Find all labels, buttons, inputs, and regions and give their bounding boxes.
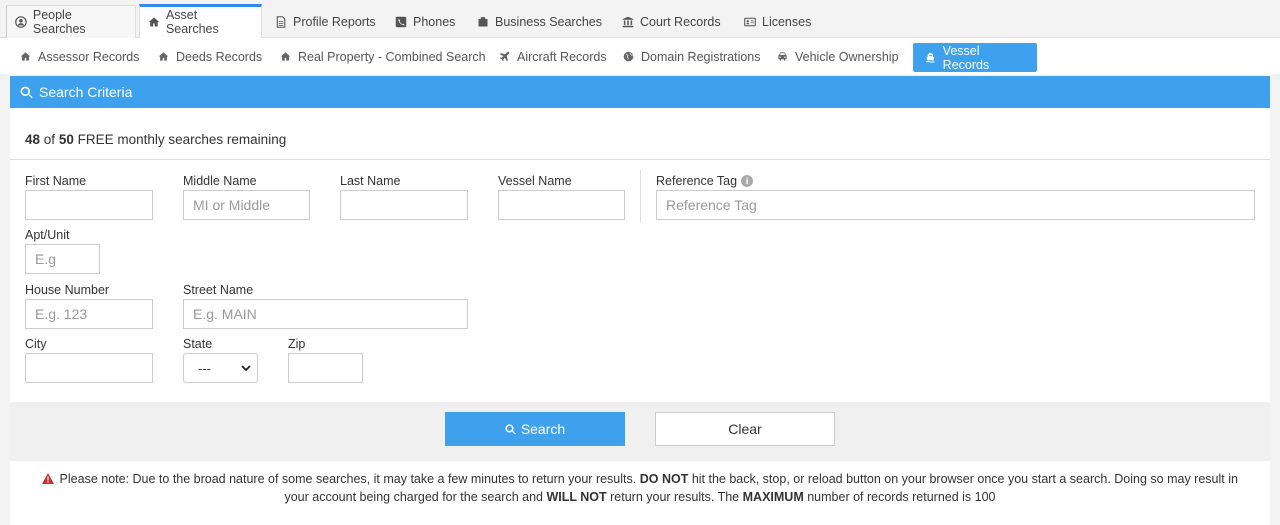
tab-court-records[interactable]: Court Records bbox=[614, 5, 729, 38]
subtab-label: Aircraft Records bbox=[517, 49, 607, 64]
search-button[interactable]: Search bbox=[445, 412, 625, 446]
reference-tag-label: Reference Tag i bbox=[656, 174, 754, 188]
subtab-deeds-records[interactable]: Deeds Records bbox=[148, 43, 272, 70]
quota-total: 50 bbox=[58, 132, 74, 147]
tab-label: Licenses bbox=[762, 14, 812, 29]
user-circle-icon bbox=[15, 16, 27, 28]
tab-phones[interactable]: Phones bbox=[387, 5, 463, 38]
city-label: City bbox=[25, 337, 47, 351]
tab-label: Business Searches bbox=[495, 14, 603, 29]
middle-name-input[interactable] bbox=[183, 190, 310, 220]
house-number-input[interactable] bbox=[25, 299, 153, 329]
street-name-input[interactable] bbox=[183, 299, 468, 329]
subtab-domain-registrations[interactable]: Domain Registrations bbox=[613, 43, 771, 70]
warning-icon bbox=[42, 473, 55, 484]
subtab-assessor-records[interactable]: Assessor Records bbox=[10, 43, 149, 70]
subtab-aircraft-records[interactable]: Aircraft Records bbox=[489, 43, 617, 70]
search-quota: 48 of 50 FREE monthly searches remaining bbox=[25, 132, 286, 147]
house-number-label: House Number bbox=[25, 283, 110, 297]
top-tab-bar: People Searches Asset Searches Profile R… bbox=[0, 0, 1280, 38]
notice-text-1: Please note: Due to the broad nature of … bbox=[59, 472, 637, 486]
home-icon bbox=[20, 52, 31, 61]
car-icon bbox=[778, 52, 787, 61]
tab-label: Profile Reports bbox=[293, 14, 376, 29]
middle-name-label: Middle Name bbox=[183, 174, 257, 188]
tab-label: Asset Searches bbox=[165, 8, 219, 36]
search-icon bbox=[20, 86, 33, 98]
notice-text-4: number of records returned is 100 bbox=[807, 490, 996, 504]
globe-icon bbox=[623, 51, 634, 62]
quota-of: of bbox=[43, 132, 56, 147]
tab-profile-reports[interactable]: Profile Reports bbox=[267, 5, 384, 38]
plane-icon bbox=[499, 51, 510, 62]
first-name-label: First Name bbox=[25, 174, 87, 188]
city-input[interactable] bbox=[25, 353, 153, 383]
briefcase-icon bbox=[478, 16, 488, 26]
zip-label: Zip bbox=[288, 337, 306, 351]
vessel-name-input[interactable] bbox=[498, 190, 625, 220]
chevron-down-icon bbox=[241, 365, 251, 372]
state-select-value: --- bbox=[198, 360, 211, 376]
tab-label: People Searches bbox=[32, 8, 86, 36]
panel-header: Search Criteria bbox=[10, 76, 1270, 108]
divider bbox=[640, 170, 641, 223]
zip-input[interactable] bbox=[288, 353, 363, 383]
reference-tag-label-text: Reference Tag bbox=[656, 174, 738, 188]
search-notice: Please note: Due to the broad nature of … bbox=[10, 461, 1270, 525]
search-icon bbox=[505, 423, 516, 434]
quota-used: 48 bbox=[25, 132, 41, 147]
home-icon bbox=[280, 52, 291, 61]
clear-button[interactable]: Clear bbox=[655, 412, 835, 446]
search-criteria-panel: Search Criteria 48 of 50 FREE monthly se… bbox=[10, 76, 1270, 461]
subtab-label: Vessel Records bbox=[942, 43, 990, 72]
tab-licenses[interactable]: Licenses bbox=[736, 5, 819, 38]
vessel-name-label: Vessel Name bbox=[498, 174, 572, 188]
tab-asset-searches[interactable]: Asset Searches bbox=[139, 4, 262, 38]
notice-bold-2: WILL NOT bbox=[546, 490, 607, 504]
home-icon bbox=[148, 17, 160, 27]
reference-tag-input[interactable] bbox=[656, 190, 1255, 220]
notice-bold-3: MAXIMUM bbox=[742, 490, 804, 504]
institution-icon bbox=[622, 16, 634, 27]
panel-title: Search Criteria bbox=[39, 84, 133, 100]
state-label: State bbox=[183, 337, 213, 351]
apt-unit-input[interactable] bbox=[25, 244, 100, 274]
last-name-input[interactable] bbox=[340, 190, 468, 220]
search-button-label: Search bbox=[520, 421, 566, 437]
street-name-label: Street Name bbox=[183, 283, 254, 297]
subtab-label: Deeds Records bbox=[176, 49, 263, 64]
button-bar: Search Clear bbox=[10, 402, 1270, 461]
notice-bold-1: DO NOT bbox=[639, 472, 689, 486]
first-name-input[interactable] bbox=[25, 190, 153, 220]
id-card-icon bbox=[744, 17, 756, 26]
subtab-label: Real Property - Combined Search bbox=[298, 49, 486, 64]
divider bbox=[10, 159, 1270, 160]
subtab-vehicle-ownership[interactable]: Vehicle Ownership bbox=[767, 43, 909, 70]
tab-business-searches[interactable]: Business Searches bbox=[469, 5, 610, 38]
phone-icon bbox=[395, 16, 407, 27]
tab-people-searches[interactable]: People Searches bbox=[6, 5, 136, 38]
last-name-label: Last Name bbox=[340, 174, 401, 188]
subtab-label: Vehicle Ownership bbox=[795, 49, 899, 64]
ship-icon bbox=[926, 52, 935, 63]
notice-text-3: return your results. The bbox=[610, 490, 740, 504]
subtab-label: Domain Registrations bbox=[641, 49, 761, 64]
subtab-vessel-records[interactable]: Vessel Records bbox=[913, 43, 1037, 72]
quota-suffix: FREE monthly searches remaining bbox=[77, 132, 287, 147]
apt-unit-label: Apt/Unit bbox=[25, 228, 70, 242]
tab-label: Court Records bbox=[640, 14, 721, 29]
info-icon[interactable]: i bbox=[741, 175, 754, 187]
home-icon bbox=[158, 52, 169, 61]
file-icon bbox=[276, 15, 286, 28]
sub-tab-bar: Assessor Records Deeds Records Real Prop… bbox=[0, 38, 1280, 74]
tab-label: Phones bbox=[413, 14, 456, 29]
subtab-label: Assessor Records bbox=[38, 49, 140, 64]
state-select[interactable]: --- bbox=[183, 353, 258, 383]
subtab-real-property-combined[interactable]: Real Property - Combined Search bbox=[270, 43, 496, 70]
